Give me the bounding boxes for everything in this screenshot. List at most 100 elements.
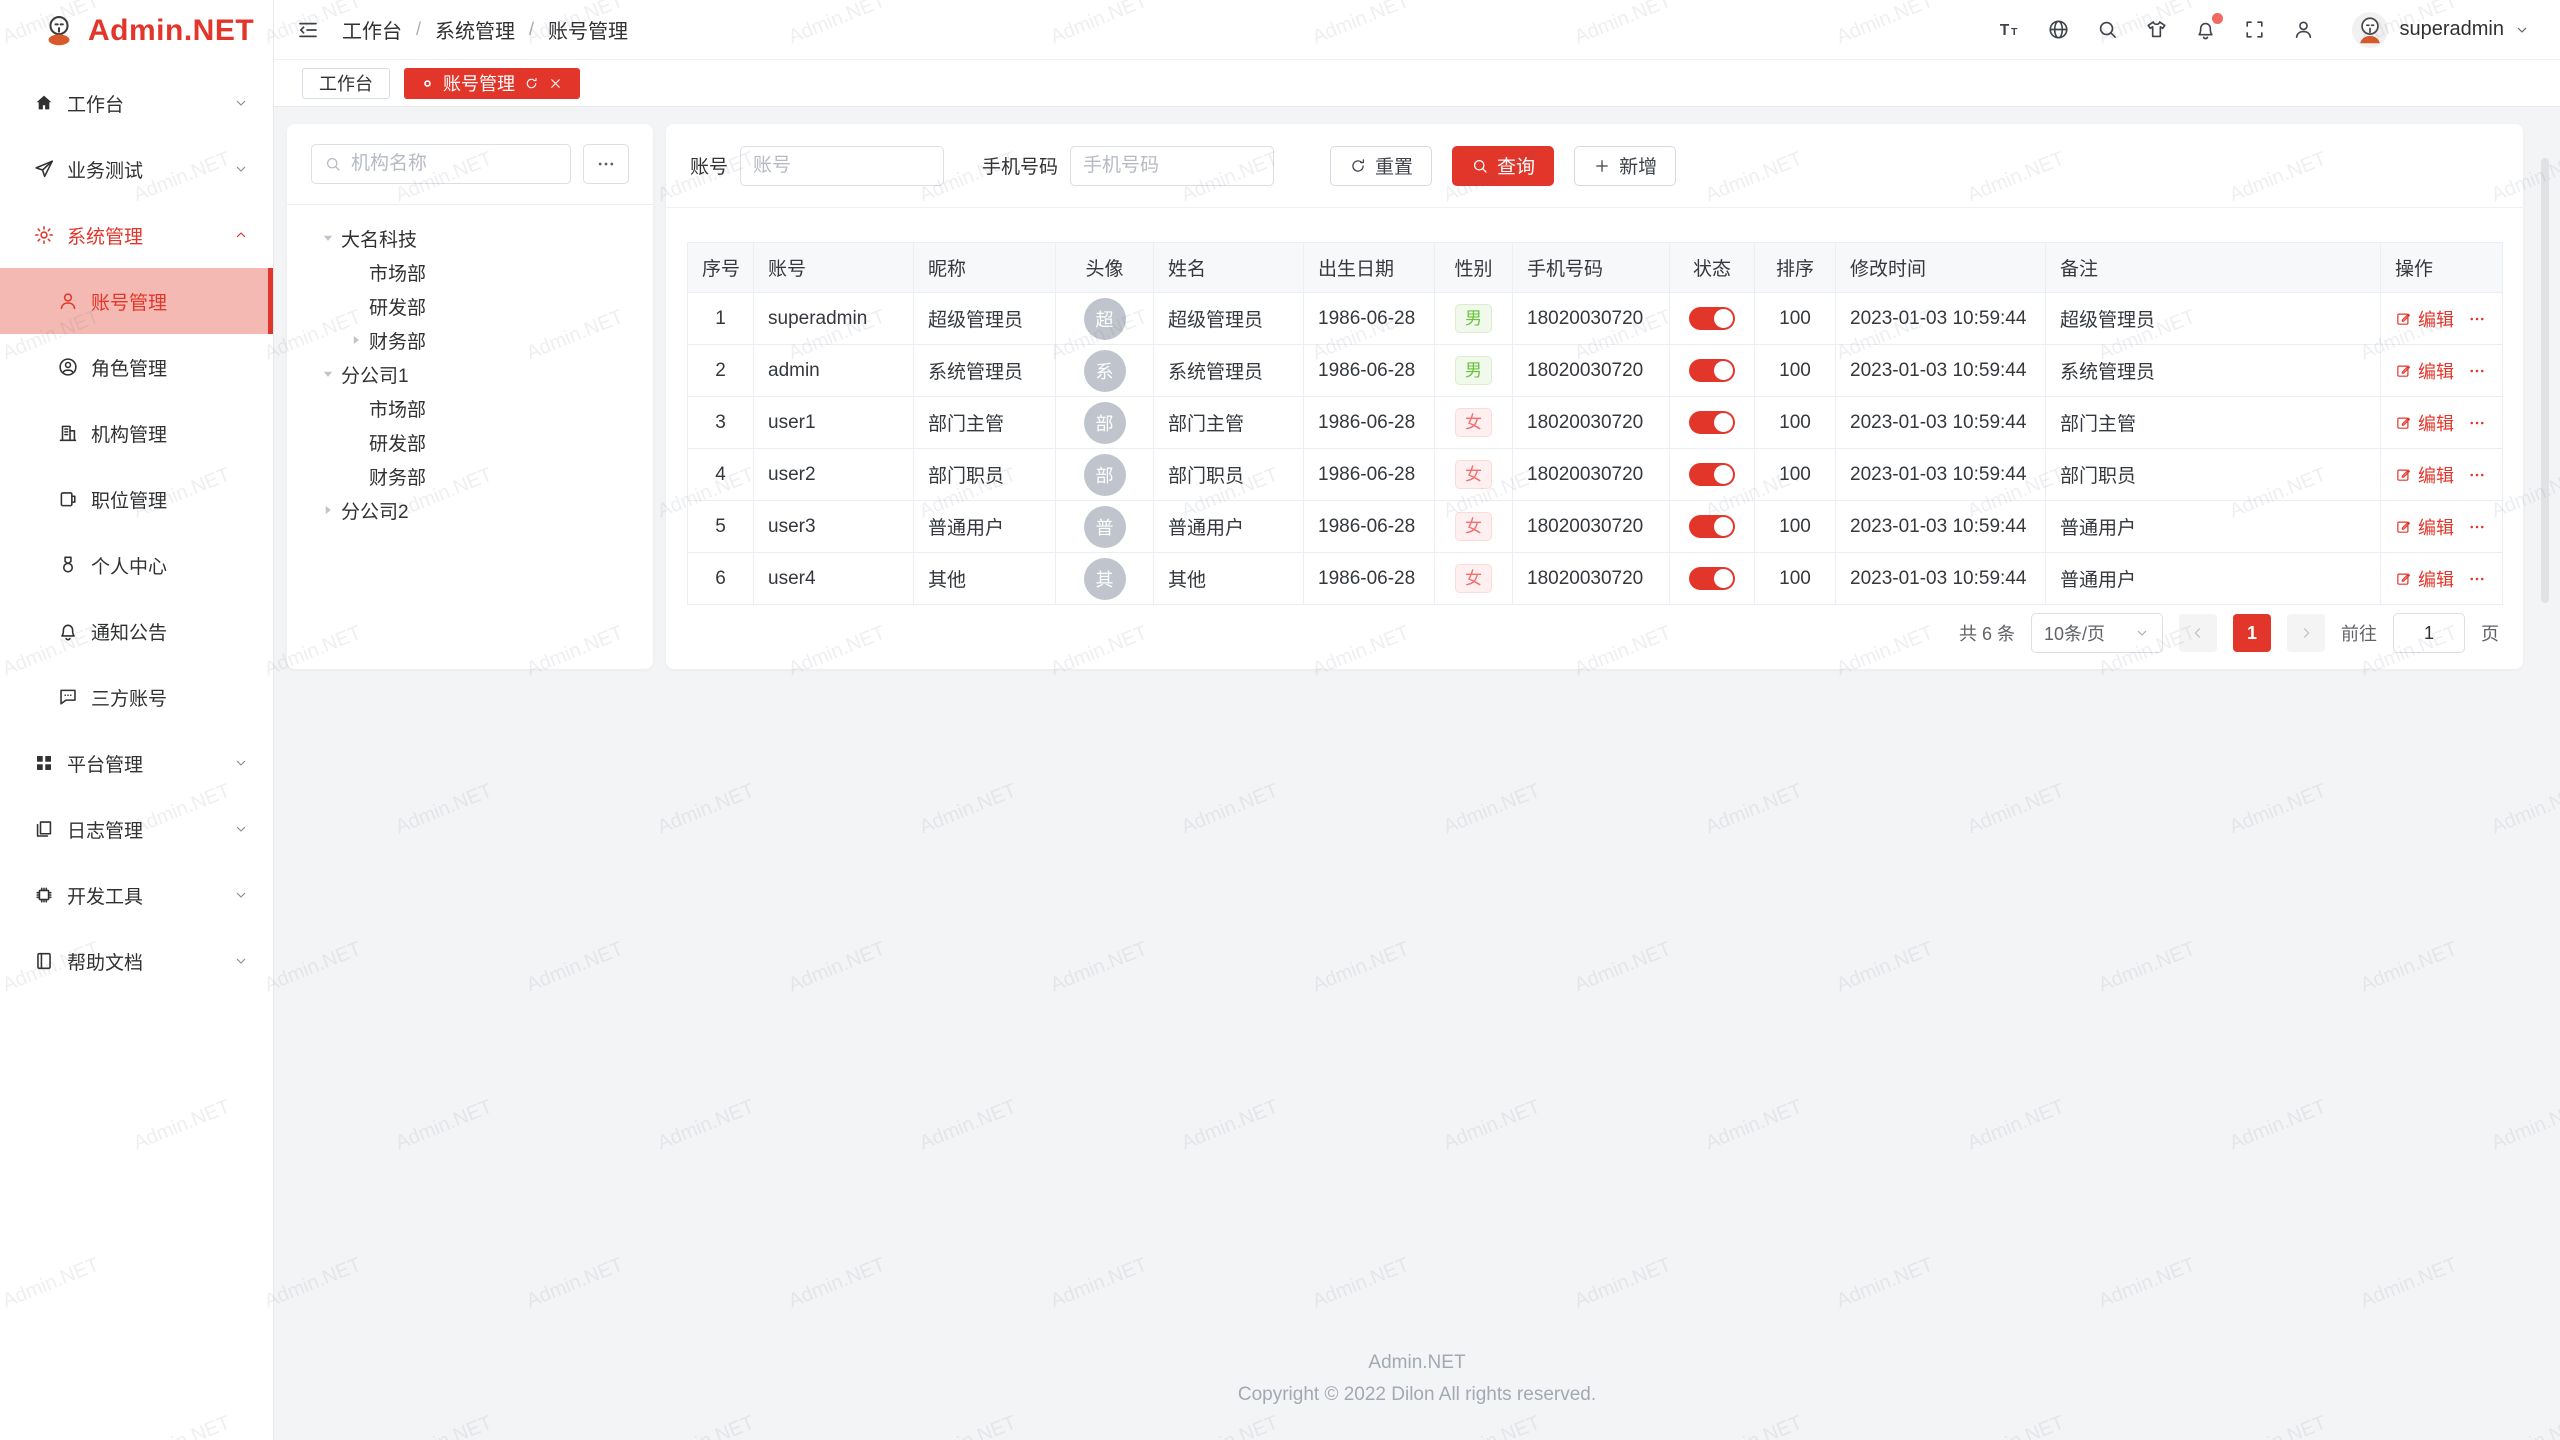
column-header: 手机号码 — [1513, 243, 1670, 293]
edit-button[interactable]: 编辑 — [2395, 358, 2454, 384]
sidebar-item-account-manage[interactable]: 账号管理 — [0, 268, 273, 334]
status-toggle[interactable] — [1689, 359, 1735, 382]
accounts-table-wrap: 序号账号昵称头像姓名出生日期性别手机号码状态排序修改时间备注操作 1 super… — [666, 208, 2523, 605]
phone-filter-input[interactable] — [1083, 155, 1261, 177]
sidebar-item-help-docs[interactable]: 帮助文档 — [0, 928, 273, 994]
pagination: 共 6 条 10条/页 1 前往 页 — [1959, 613, 2499, 653]
sidebar-item-system-manage[interactable]: 系统管理 — [0, 202, 273, 268]
caret-down-icon[interactable] — [319, 229, 341, 247]
logo-icon — [40, 12, 78, 50]
edit-button[interactable]: 编辑 — [2395, 514, 2454, 540]
column-header: 备注 — [2046, 243, 2381, 293]
cell-modified: 2023-01-03 10:59:44 — [1836, 449, 2046, 501]
filter-row: 账号 手机号码 重置 查询 — [666, 124, 2523, 208]
sidebar-item-profile-center[interactable]: 个人中心 — [0, 532, 273, 598]
user-menu[interactable]: superadmin — [2351, 11, 2530, 49]
more-actions-button[interactable] — [2468, 362, 2486, 380]
next-page-button[interactable] — [2287, 614, 2325, 652]
status-toggle[interactable] — [1689, 463, 1735, 486]
sidebar-item-org-manage[interactable]: 机构管理 — [0, 400, 273, 466]
sidebar-item-workbench[interactable]: 工作台 — [0, 70, 273, 136]
account-filter-input[interactable] — [753, 155, 931, 177]
theme-shirt-icon[interactable] — [2143, 16, 2170, 43]
menu-fold-icon[interactable] — [296, 18, 320, 42]
add-button[interactable]: 新增 — [1574, 146, 1676, 186]
sidebar-item-position-manage[interactable]: 职位管理 — [0, 466, 273, 532]
status-toggle[interactable] — [1689, 567, 1735, 590]
caret-right-icon[interactable] — [347, 331, 369, 349]
phone-filter-label: 手机号码 — [982, 152, 1058, 179]
more-actions-button[interactable] — [2468, 466, 2486, 484]
cell-birth: 1986-06-28 — [1304, 293, 1435, 345]
scrollbar-thumb[interactable] — [2541, 158, 2549, 603]
profile-icon[interactable] — [2290, 16, 2317, 43]
cell-ops: 编辑 — [2381, 345, 2503, 397]
sidebar-item-third-account[interactable]: 三方账号 — [0, 664, 273, 730]
breadcrumb-item[interactable]: 工作台 — [342, 15, 402, 44]
close-tab-icon[interactable] — [548, 76, 563, 91]
prev-page-button[interactable] — [2179, 614, 2217, 652]
cell-name: 超级管理员 — [1154, 293, 1304, 345]
more-actions-button[interactable] — [2468, 518, 2486, 536]
chevron-down-icon — [233, 755, 249, 771]
sidebar-item-log-manage[interactable]: 日志管理 — [0, 796, 273, 862]
page-size-select[interactable]: 10条/页 — [2031, 613, 2163, 653]
tree-node[interactable]: 财务部 — [311, 459, 629, 493]
cell-status — [1670, 293, 1755, 345]
status-toggle[interactable] — [1689, 307, 1735, 330]
font-size-icon[interactable]: TT — [1996, 16, 2023, 43]
breadcrumb-item[interactable]: 系统管理 — [435, 15, 515, 44]
table-row: 2 admin 系统管理员 系 系统管理员 1986-06-28 男 18020… — [688, 345, 2503, 397]
language-icon[interactable] — [2045, 16, 2072, 43]
cell-phone: 18020030720 — [1513, 501, 1670, 553]
tree-node[interactable]: 分公司1 — [311, 357, 629, 391]
tab-workbench[interactable]: 工作台 — [302, 68, 390, 99]
cell-ops: 编辑 — [2381, 501, 2503, 553]
user-avatar[interactable] — [2351, 11, 2389, 49]
tree-node[interactable]: 分公司2 — [311, 493, 629, 527]
query-button[interactable]: 查询 — [1452, 146, 1554, 186]
avatar: 部 — [1084, 402, 1126, 444]
status-toggle[interactable] — [1689, 515, 1735, 538]
status-toggle[interactable] — [1689, 411, 1735, 434]
sidebar-item-notice[interactable]: 通知公告 — [0, 598, 273, 664]
sidebar-item-platform-manage[interactable]: 平台管理 — [0, 730, 273, 796]
more-actions-button[interactable] — [2468, 414, 2486, 432]
edit-button[interactable]: 编辑 — [2395, 306, 2454, 332]
tree-node[interactable]: 市场部 — [311, 391, 629, 425]
user-icon — [57, 290, 81, 312]
tree-node[interactable]: 研发部 — [311, 425, 629, 459]
tree-node[interactable]: 市场部 — [311, 255, 629, 289]
column-header: 修改时间 — [1836, 243, 2046, 293]
edit-button[interactable]: 编辑 — [2395, 410, 2454, 436]
search-icon[interactable] — [2094, 16, 2121, 43]
current-page-button[interactable]: 1 — [2233, 614, 2271, 652]
org-tree-panel: 大名科技 市场部 研发部 财务部 分公司1 市场部 研发部 财务部 分公司2 — [287, 124, 653, 669]
more-actions-button[interactable] — [2468, 570, 2486, 588]
tree-node[interactable]: 大名科技 — [311, 221, 629, 255]
sidebar-item-dev-tools[interactable]: 开发工具 — [0, 862, 273, 928]
tree-node[interactable]: 研发部 — [311, 289, 629, 323]
app-logo[interactable]: Admin.NET — [0, 0, 273, 62]
org-search-input[interactable] — [351, 153, 558, 175]
role-icon — [57, 356, 81, 378]
fullscreen-icon[interactable] — [2241, 16, 2268, 43]
chat-icon — [57, 686, 81, 708]
edit-button[interactable]: 编辑 — [2395, 566, 2454, 592]
tree-more-button[interactable] — [583, 144, 629, 184]
tree-node[interactable]: 财务部 — [311, 323, 629, 357]
cell-nickname: 其他 — [914, 553, 1056, 605]
sidebar-item-role-manage[interactable]: 角色管理 — [0, 334, 273, 400]
caret-right-icon[interactable] — [319, 501, 341, 519]
goto-page-input[interactable] — [2393, 613, 2465, 653]
reset-button[interactable]: 重置 — [1330, 146, 1432, 186]
sidebar-item-business-test[interactable]: 业务测试 — [0, 136, 273, 202]
refresh-tab-icon[interactable] — [524, 76, 539, 91]
edit-button[interactable]: 编辑 — [2395, 462, 2454, 488]
svg-text:T: T — [2011, 26, 2018, 38]
topbar-icons: TT — [1996, 16, 2317, 43]
caret-down-icon[interactable] — [319, 365, 341, 383]
more-actions-button[interactable] — [2468, 310, 2486, 328]
notification-bell-icon[interactable] — [2192, 16, 2219, 43]
tab-account-manage[interactable]: 账号管理 — [404, 68, 580, 99]
